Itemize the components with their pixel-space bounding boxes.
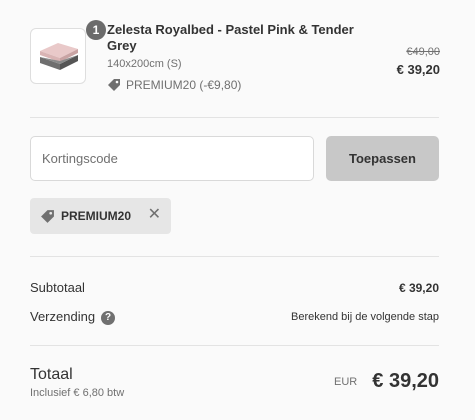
divider [30,256,439,257]
subtotal-label: Subtotaal [30,280,85,295]
product-name: Zelesta Royalbed - Pastel Pink & Tender … [107,22,354,53]
line-item: 1 Zelesta Royalbed - Pastel Pink & Tende… [30,20,440,100]
help-icon[interactable]: ? [101,310,116,325]
applied-discount-tag: PREMIUM20 ✕ [30,198,171,234]
shipping-row: Verzending? [30,309,116,325]
shipping-label: Verzending [30,309,96,324]
divider [30,345,439,346]
subtotal-value: € 39,20 [398,281,439,295]
product-discount: PREMIUM20 (-€9,80) [107,78,241,92]
tax-note: Inclusief € 6,80 btw [30,387,125,399]
discount-code-input[interactable] [30,136,314,181]
currency-code: EUR [334,376,358,388]
applied-code-label: PREMIUM20 [61,209,132,223]
divider [30,117,439,118]
total-label: Totaal [30,366,73,383]
tag-icon [108,79,120,91]
apply-discount-button[interactable]: Toepassen [326,136,439,181]
original-price: €49,00 [406,46,440,58]
product-variant: 140x200cm (S) [107,58,182,70]
close-icon[interactable]: ✕ [148,207,161,223]
quantity-badge: 1 [86,20,106,40]
total-amount: € 39,20 [372,370,439,392]
item-price: € 39,20 [396,62,440,77]
product-discount-label: PREMIUM20 (-€9,80) [126,78,242,92]
bedding-product-image [40,43,78,70]
shipping-value: Berekend bij de volgende stap [291,311,439,323]
tag-icon [40,209,55,224]
product-thumbnail [30,28,86,84]
